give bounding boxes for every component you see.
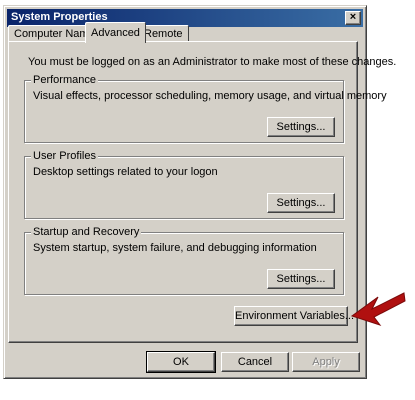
user-profiles-description: Desktop settings related to your logon: [33, 166, 218, 178]
environment-variables-button[interactable]: Environment Variables...: [234, 306, 354, 326]
red-arrow-icon: [350, 292, 406, 326]
cancel-button[interactable]: Cancel: [221, 352, 289, 372]
apply-button[interactable]: Apply: [292, 352, 360, 372]
advanced-tab-panel: You must be logged on as an Administrato…: [8, 41, 396, 343]
startup-recovery-description: System startup, system failure, and debu…: [33, 242, 317, 254]
user-profiles-group-title: User Profiles: [31, 150, 98, 162]
admin-note: You must be logged on as an Administrato…: [28, 56, 397, 68]
performance-group-title: Performance: [31, 74, 98, 86]
performance-description: Visual effects, processor scheduling, me…: [33, 90, 387, 102]
startup-recovery-group-title: Startup and Recovery: [31, 226, 142, 238]
user-profiles-settings-button[interactable]: Settings...: [267, 193, 335, 213]
performance-settings-button[interactable]: Settings...: [267, 117, 335, 137]
tab-advanced[interactable]: Advanced: [85, 22, 146, 43]
startup-recovery-settings-button[interactable]: Settings...: [267, 269, 335, 289]
performance-group: Performance Visual effects, processor sc…: [24, 74, 387, 143]
tab-strip: Computer Name Advanced Remote: [8, 22, 368, 43]
startup-recovery-group: Startup and Recovery System startup, sys…: [24, 226, 344, 295]
user-profiles-group: User Profiles Desktop settings related t…: [24, 150, 344, 219]
ok-button[interactable]: OK: [146, 351, 216, 373]
